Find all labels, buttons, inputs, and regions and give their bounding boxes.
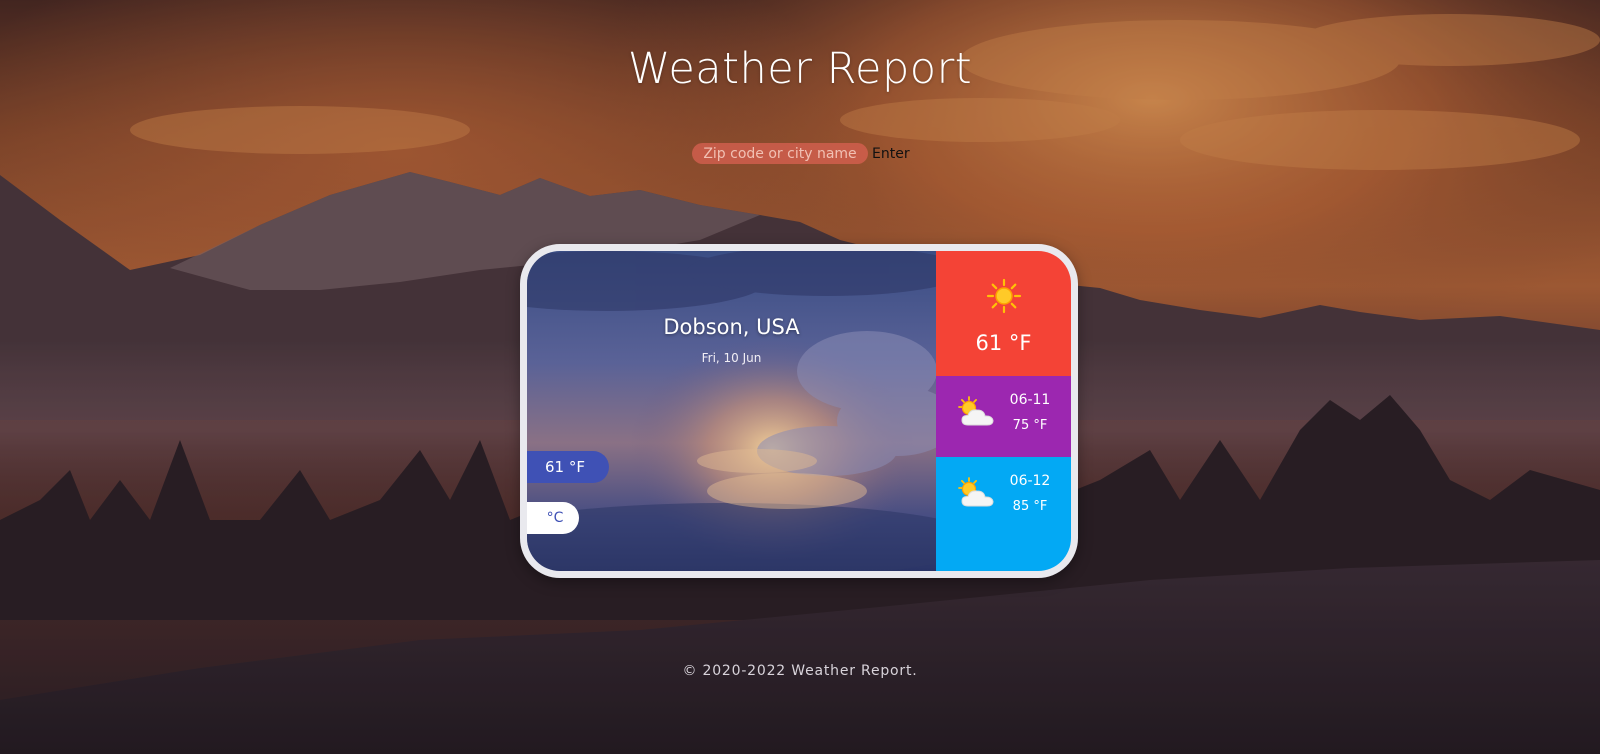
current-weather-panel: Dobson, USA Fri, 10 Jun 61 °F °C — [527, 251, 936, 571]
today-temperature: 61 °F — [975, 331, 1032, 355]
current-date: Fri, 10 Jun — [701, 351, 762, 365]
weather-card: Dobson, USA Fri, 10 Jun 61 °F °C 61 °F 0… — [520, 244, 1078, 578]
forecast-day-1: 06-11 75 °F — [936, 376, 1071, 457]
storm-cloud-image — [527, 251, 936, 571]
current-temperature: 61 °F — [527, 451, 609, 483]
unit-toggle-button[interactable]: °C — [527, 502, 579, 534]
forecast-date: 06-12 — [1009, 473, 1051, 489]
forecast-day-2: 06-12 85 °F — [936, 457, 1071, 571]
forecast-column: 61 °F 06-11 75 °F 06-12 85 °F — [936, 251, 1071, 571]
forecast-temperature: 75 °F — [1012, 418, 1048, 433]
city-name: Dobson, USA — [663, 315, 800, 339]
search-form: Enter — [692, 143, 910, 164]
page-title: Weather Report — [627, 44, 973, 94]
enter-button[interactable]: Enter — [872, 146, 910, 162]
today-tile: 61 °F — [936, 251, 1071, 376]
partly-cloudy-icon — [956, 396, 996, 435]
forecast-date: 06-11 — [1009, 392, 1051, 408]
footer-copyright: © 2020-2022 Weather Report. — [682, 663, 918, 679]
forecast-temperature: 85 °F — [1012, 499, 1048, 514]
sun-icon — [986, 278, 1022, 319]
partly-cloudy-icon — [956, 477, 996, 516]
search-input[interactable] — [692, 143, 868, 164]
